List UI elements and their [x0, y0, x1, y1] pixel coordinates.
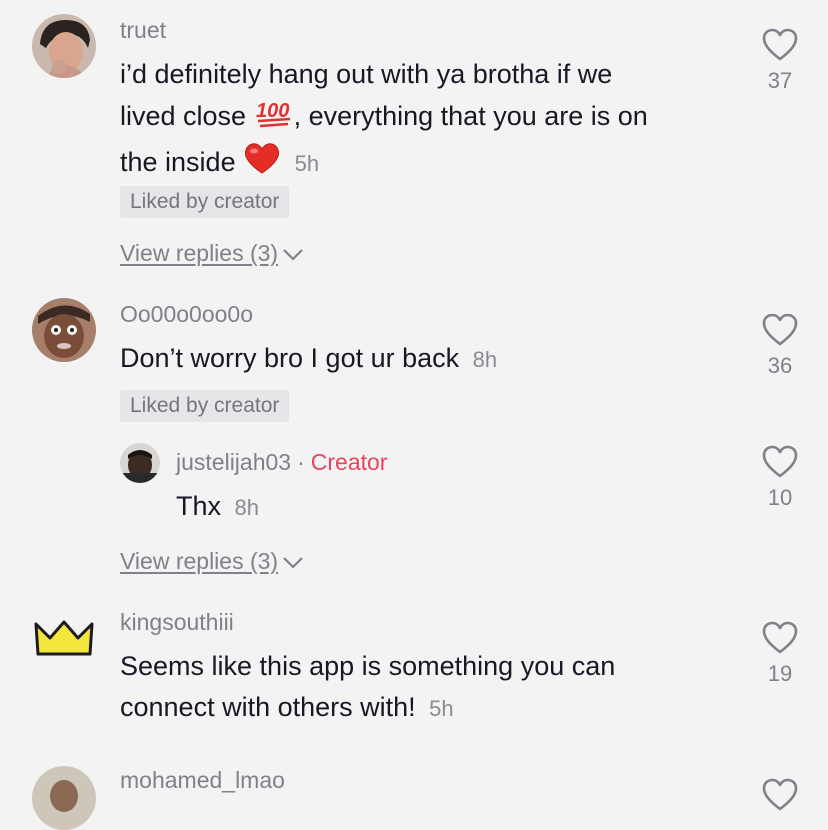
comment-username[interactable]: mohamed_lmao — [120, 767, 285, 794]
liked-by-creator-badge: Liked by creator — [120, 390, 290, 422]
comment-line: connect with others with! 5h — [120, 692, 454, 722]
like-count: 36 — [767, 353, 793, 378]
comment-username[interactable]: truet — [120, 17, 166, 44]
liked-by-creator-badge: Liked by creator — [120, 186, 290, 218]
avatar[interactable] — [32, 766, 96, 830]
reply-time: 8h — [234, 495, 260, 520]
comment-username[interactable]: kingsouthiii — [120, 609, 234, 636]
reply-text: Thx 8h — [176, 491, 260, 521]
heart-outline-icon[interactable] — [762, 621, 798, 655]
avatar[interactable] — [32, 606, 96, 670]
crown-icon — [34, 620, 94, 656]
reply-username[interactable]: justelijah03 — [176, 449, 291, 475]
red-heart-emoji — [243, 141, 281, 187]
comment-time: 8h — [472, 347, 498, 372]
avatar[interactable] — [32, 14, 96, 78]
like-count: 37 — [767, 68, 793, 93]
view-replies-link[interactable]: View replies (3) — [120, 240, 304, 267]
comment-time: 5h — [429, 696, 454, 721]
comment-text: i’d definitely hang out with ya brotha i… — [120, 54, 740, 187]
heart-outline-icon[interactable] — [762, 28, 798, 62]
comment-line: the inside 5h — [120, 141, 740, 187]
comment-line: lived close 100 , everything that you ar… — [120, 95, 740, 141]
comment-username[interactable]: Oo00o0oo0o — [120, 301, 253, 328]
comment-line: Seems like this app is something you can — [120, 651, 616, 681]
comment-time: 5h — [294, 151, 320, 177]
heart-outline-icon[interactable] — [762, 445, 798, 479]
comment-line: i’d definitely hang out with ya brotha i… — [120, 59, 613, 89]
hundred-points-emoji: 100 — [254, 95, 294, 141]
chevron-down-icon — [283, 557, 303, 569]
comment-text: Seems like this app is something you can… — [120, 646, 740, 729]
heart-outline-icon[interactable] — [762, 313, 798, 347]
avatar[interactable] — [32, 298, 96, 362]
reply-username-line: justelijah03 · Creator — [176, 449, 388, 475]
view-replies-link[interactable]: View replies (3) — [120, 548, 304, 575]
like-count: 10 — [767, 485, 793, 510]
creator-badge: Creator — [310, 449, 388, 475]
chevron-down-icon — [283, 249, 303, 261]
heart-outline-icon[interactable] — [762, 778, 798, 812]
comment-text: Don’t worry bro I got ur back 8h — [120, 343, 498, 373]
avatar[interactable] — [120, 443, 160, 483]
like-count: 19 — [767, 661, 793, 686]
